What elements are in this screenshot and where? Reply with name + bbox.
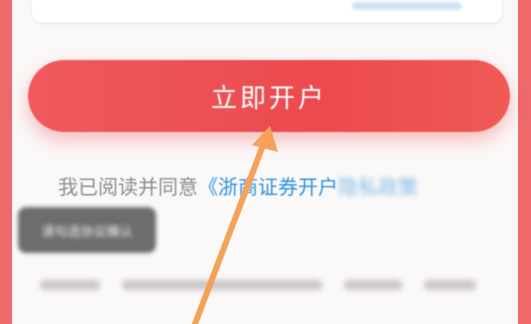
open-account-button[interactable]: 立即开户 [28, 60, 510, 132]
agreement-link-faded[interactable]: 隐私政策 [338, 171, 418, 200]
footer-link[interactable] [122, 280, 322, 290]
page-background: 立即开户 我已阅读并同意 《浙商证券开户 隐私政策 请勾选协议确认 [0, 0, 531, 324]
agreement-tooltip: 请勾选协议确认 [18, 207, 156, 253]
top-input-field[interactable] [32, 0, 502, 22]
agreement-link[interactable]: 《浙商证券开户 [198, 171, 338, 200]
footer-links [40, 275, 510, 295]
footer-link[interactable] [424, 280, 476, 290]
footer-link[interactable] [40, 280, 100, 290]
agreement-row: 我已阅读并同意 《浙商证券开户 隐私政策 [58, 170, 418, 200]
top-link-blurred [352, 2, 462, 10]
footer-link[interactable] [344, 280, 402, 290]
agreement-prefix: 我已阅读并同意 [58, 174, 198, 199]
